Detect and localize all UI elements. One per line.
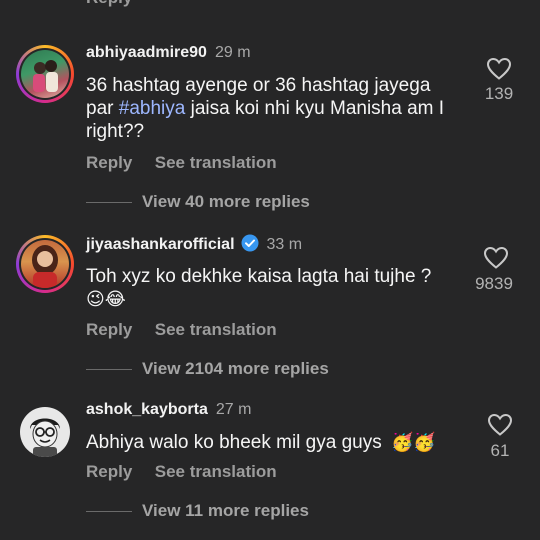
like-count: 139 [484, 84, 514, 103]
username[interactable]: ashok_kayborta [86, 401, 208, 418]
like-count: 9839 [475, 274, 513, 293]
avatar-abhiyaadmire90[interactable] [16, 45, 74, 103]
comment-actions: Reply See translation [86, 153, 277, 173]
comment-header: jiyaashankarofficial 33 m [86, 234, 302, 257]
story-ring [16, 235, 74, 293]
avatar-ashok-kayborta[interactable] [20, 407, 70, 457]
hashtag-link[interactable]: #abhiya [119, 98, 186, 119]
comment-text: Abhiya walo ko bheek mil gya guys 🥳🥳 [86, 432, 436, 453]
verified-badge-icon [241, 234, 259, 257]
profile-picture [21, 50, 69, 98]
see-translation-button[interactable]: See translation [155, 153, 277, 172]
username[interactable]: jiyaashankarofficial [86, 236, 235, 253]
emojis: 😉😂 [86, 289, 126, 310]
portrait-photo-icon [32, 245, 58, 288]
emojis: 🥳🥳 [391, 432, 436, 453]
heart-icon[interactable] [486, 57, 512, 81]
comment-actions: Reply See translation [86, 320, 277, 340]
like-count: 61 [490, 441, 510, 460]
cartoon-avatar-icon [30, 418, 60, 457]
divider [86, 202, 132, 203]
avatar-jiyaashankarofficial[interactable] [16, 235, 74, 293]
heart-icon[interactable] [483, 246, 509, 270]
comment-text: 36 hashtag ayenge or 36 hashtag jayega p… [86, 75, 445, 142]
reply-button[interactable]: Reply [86, 320, 132, 339]
reply-button[interactable]: Reply [86, 462, 132, 481]
comment-actions: Reply See translation [86, 462, 277, 482]
comment-header: abhiyaadmire90 29 m [86, 44, 251, 62]
view-more-replies-button[interactable]: View 40 more replies [142, 192, 310, 212]
timestamp: 27 m [215, 401, 252, 418]
profile-picture [21, 240, 69, 288]
divider [86, 369, 132, 370]
see-translation-button[interactable]: See translation [155, 320, 277, 339]
timestamp: 29 m [214, 44, 251, 61]
profile-picture [20, 407, 70, 457]
divider [86, 511, 132, 512]
story-ring [16, 45, 74, 103]
reply-button[interactable]: Reply [86, 0, 132, 8]
timestamp: 33 m [266, 236, 303, 253]
comment-text: Toh xyz ko dekhke kaisa lagta hai tujhe … [86, 265, 471, 311]
reply-button[interactable]: Reply [86, 153, 132, 172]
couple-photo-icon [33, 60, 58, 92]
heart-icon[interactable] [487, 413, 513, 437]
view-more-replies-button[interactable]: View 2104 more replies [142, 359, 329, 379]
view-more-replies-button[interactable]: View 11 more replies [142, 501, 309, 521]
comment-header: ashok_kayborta 27 m [86, 401, 251, 419]
see-translation-button[interactable]: See translation [155, 462, 277, 481]
username[interactable]: abhiyaadmire90 [86, 44, 207, 61]
